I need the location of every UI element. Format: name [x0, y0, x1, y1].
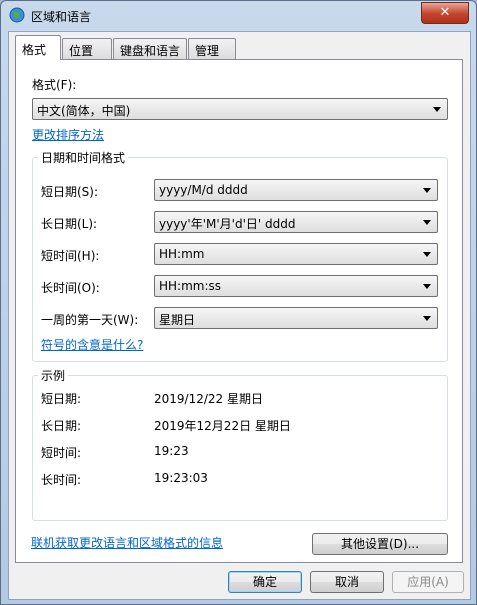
tab-keyboard-language[interactable]: 键盘和语言	[113, 38, 187, 59]
example-long-date-value: 2019年12月22日 星期日	[154, 419, 291, 433]
example-long-time-value: 19:23:03	[154, 471, 208, 485]
long-date-value: yyyy'年'M'月'd'日' dddd	[159, 217, 296, 231]
chevron-down-icon	[423, 188, 431, 193]
example-long-time-label: 长时间:	[41, 473, 82, 487]
chevron-down-icon	[423, 252, 431, 257]
datetime-format-group: 日期和时间格式 短日期(S): yyyy/M/d dddd 长日期(L): yy…	[32, 149, 448, 362]
chevron-down-icon	[423, 220, 431, 225]
dialog-body: 格式 位置 键盘和语言 管理 格式(F): 中文(简体，中国) 更改排序方法 日…	[8, 31, 471, 600]
first-day-select[interactable]: 星期日	[154, 307, 438, 329]
close-button[interactable]: ✕	[421, 2, 469, 24]
long-time-label: 长时间(O):	[41, 281, 100, 295]
example-short-date-value: 2019/12/22 星期日	[154, 392, 263, 406]
format-panel: 格式(F): 中文(简体，中国) 更改排序方法 日期和时间格式 短日期(S): …	[15, 59, 463, 563]
long-date-label: 长日期(L):	[41, 217, 98, 231]
short-date-select[interactable]: yyyy/M/d dddd	[154, 179, 438, 201]
other-settings-button[interactable]: 其他设置(D)...	[312, 533, 448, 555]
tab-administrative[interactable]: 管理	[188, 38, 236, 59]
globe-icon	[9, 7, 25, 23]
tab-format[interactable]: 格式	[15, 35, 61, 60]
long-date-select[interactable]: yyyy'年'M'月'd'日' dddd	[154, 211, 438, 233]
short-time-value: HH:mm	[159, 247, 205, 261]
example-short-date-label: 短日期:	[41, 392, 82, 406]
examples-group-title: 示例	[38, 367, 69, 384]
example-short-time-value: 19:23	[154, 444, 189, 458]
chevron-down-icon	[423, 316, 431, 321]
first-day-value: 星期日	[159, 313, 196, 327]
short-date-value: yyyy/M/d dddd	[159, 183, 248, 197]
chevron-down-icon	[423, 284, 431, 289]
cancel-button[interactable]: 取消	[310, 571, 384, 593]
long-time-select[interactable]: HH:mm:ss	[154, 275, 438, 297]
short-date-label: 短日期(S):	[41, 185, 99, 199]
example-short-time-label: 短时间:	[41, 446, 82, 460]
short-time-label: 短时间(H):	[41, 249, 100, 263]
dialog-window: 区域和语言 ✕ 格式 位置 键盘和语言 管理 格式(F): 中文(简体，中国) …	[0, 0, 477, 605]
symbols-meaning-link[interactable]: 符号的含意是什么?	[41, 336, 143, 353]
tab-location[interactable]: 位置	[62, 38, 112, 59]
chevron-down-icon	[433, 107, 441, 112]
window-title: 区域和语言	[31, 10, 92, 24]
online-info-link[interactable]: 联机获取更改语言和区域格式的信息	[31, 534, 223, 551]
format-select-value: 中文(简体，中国)	[37, 104, 131, 118]
datetime-group-title: 日期和时间格式	[38, 149, 129, 166]
title-bar[interactable]: 区域和语言 ✕	[1, 1, 476, 31]
examples-group: 示例 短日期: 2019/12/22 星期日 长日期: 2019年12月22日 …	[32, 367, 448, 521]
first-day-label: 一周的第一天(W):	[41, 313, 139, 327]
example-long-date-label: 长日期:	[41, 419, 82, 433]
change-sort-link[interactable]: 更改排序方法	[32, 126, 104, 143]
format-label: 格式(F):	[32, 78, 77, 92]
format-select[interactable]: 中文(简体，中国)	[32, 98, 448, 120]
apply-button[interactable]: 应用(A)	[392, 571, 464, 593]
long-time-value: HH:mm:ss	[159, 279, 222, 293]
ok-button[interactable]: 确定	[228, 571, 302, 593]
short-time-select[interactable]: HH:mm	[154, 243, 438, 265]
